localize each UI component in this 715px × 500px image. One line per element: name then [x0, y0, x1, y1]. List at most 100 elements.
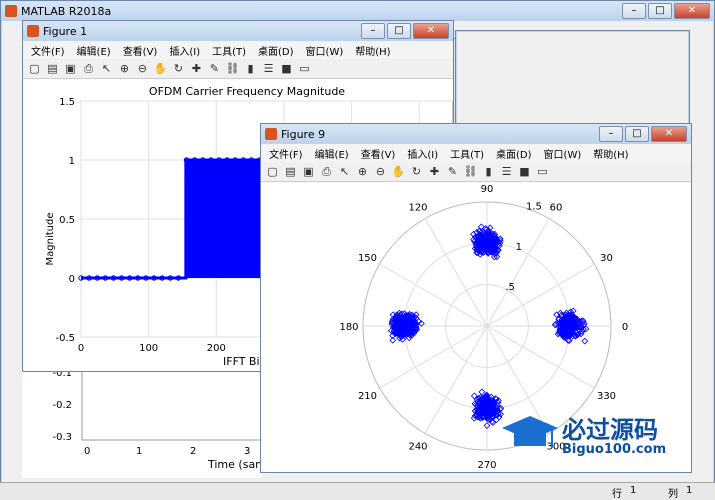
zoom-in-icon[interactable]: ⊕ [355, 164, 370, 179]
menu-window[interactable]: 窗口(W) [544, 146, 582, 161]
print-icon[interactable]: ⎙ [319, 164, 334, 179]
background-plot-svg: -0.1 -0.2 -0.3 0 1 2 3 Time (sam [52, 367, 266, 471]
open-icon[interactable]: ▤ [45, 61, 60, 76]
radial-tick-label: 1 [516, 242, 522, 253]
watermark-url: Biguo100.com [562, 442, 667, 457]
bg-xlabel: Time (sam [207, 458, 262, 471]
figure1-toolbar: ▢ ▤ ▣ ⎙ ↖ ⊕ ⊖ ✋ ↻ ✚ ✎ ⛓ ▮ ☰ ■ ▭ [23, 59, 453, 79]
close-button[interactable]: ✕ [413, 23, 449, 39]
x-axis-label: IFFT Bi [223, 355, 260, 368]
pointer-icon[interactable]: ↖ [337, 164, 352, 179]
menu-edit[interactable]: 编辑(E) [315, 146, 349, 161]
menu-window[interactable]: 窗口(W) [306, 43, 344, 58]
save-icon[interactable]: ▣ [301, 164, 316, 179]
menu-desktop[interactable]: 桌面(D) [258, 43, 294, 58]
figure1-title: Figure 1 [43, 24, 88, 38]
menu-tools[interactable]: 工具(T) [212, 43, 246, 58]
background-plot: -0.1 -0.2 -0.3 0 1 2 3 Time (sam [22, 367, 266, 478]
chart-title: OFDM Carrier Frequency Magnitude [149, 85, 345, 98]
y-axis-label: Magnitude [45, 213, 56, 266]
print-icon[interactable]: ⎙ [81, 61, 96, 76]
angle-label: 0 [622, 322, 628, 333]
angle-label: 270 [477, 460, 496, 471]
status-bar: 行 1 列 1 [0, 482, 715, 500]
angle-label: 210 [358, 391, 377, 402]
bg-xtick: 3 [244, 446, 250, 457]
x-tick-label: 100 [139, 343, 158, 354]
bg-xtick: 2 [190, 446, 196, 457]
dock-icon[interactable]: ▭ [297, 61, 312, 76]
main-title: MATLAB R2018a [21, 4, 112, 18]
angle-label: 180 [339, 322, 358, 333]
brush-icon[interactable]: ✎ [445, 164, 460, 179]
angle-label: 30 [600, 253, 613, 264]
new-figure-icon[interactable]: ▢ [265, 164, 280, 179]
y-tick-label: 0.5 [59, 215, 75, 226]
matlab-logo-icon [5, 5, 17, 17]
maximize-button[interactable]: □ [387, 23, 411, 39]
zoom-in-icon[interactable]: ⊕ [117, 61, 132, 76]
maximize-button[interactable]: □ [625, 126, 649, 142]
menu-edit[interactable]: 编辑(E) [77, 43, 111, 58]
hide-tools-icon[interactable]: ■ [279, 61, 294, 76]
pan-icon[interactable]: ✋ [391, 164, 406, 179]
angle-label: 330 [597, 391, 616, 402]
angle-label: 120 [408, 202, 427, 213]
menu-help[interactable]: 帮助(H) [355, 43, 390, 58]
radial-tick-label: .5 [505, 282, 515, 293]
link-icon[interactable]: ⛓ [225, 61, 240, 76]
angle-label: 60 [550, 202, 563, 213]
col-label: 列 [668, 489, 678, 500]
main-titlebar[interactable]: MATLAB R2018a [1, 1, 714, 21]
menu-desktop[interactable]: 桌面(D) [496, 146, 532, 161]
close-button[interactable]: ✕ [674, 3, 710, 19]
menu-insert[interactable]: 插入(I) [407, 146, 438, 161]
menu-help[interactable]: 帮助(H) [593, 146, 628, 161]
figure9-toolbar: ▢ ▤ ▣ ⎙ ↖ ⊕ ⊖ ✋ ↻ ✚ ✎ ⛓ ▮ ☰ ■ ▭ [261, 162, 691, 182]
minimize-button[interactable]: – [622, 3, 646, 19]
figure9-menubar: 文件(F) 编辑(E) 查看(V) 插入(I) 工具(T) 桌面(D) 窗口(W… [261, 144, 691, 162]
data-cursor-icon[interactable]: ✚ [189, 61, 204, 76]
x-tick-label: 0 [78, 343, 84, 354]
legend-icon[interactable]: ☰ [499, 164, 514, 179]
hide-tools-icon[interactable]: ■ [517, 164, 532, 179]
save-icon[interactable]: ▣ [63, 61, 78, 76]
y-tick-label: 1.5 [59, 97, 75, 108]
graduation-cap-icon [502, 416, 558, 448]
menu-file[interactable]: 文件(F) [31, 43, 65, 58]
bg-ytick: -0.2 [52, 400, 72, 411]
open-icon[interactable]: ▤ [283, 164, 298, 179]
bg-xtick: 0 [84, 446, 90, 457]
bg-xtick: 1 [136, 446, 142, 457]
minimize-button[interactable]: – [599, 126, 623, 142]
maximize-button[interactable]: □ [648, 3, 672, 19]
colorbar-icon[interactable]: ▮ [243, 61, 258, 76]
pointer-icon[interactable]: ↖ [99, 61, 114, 76]
close-button[interactable]: ✕ [651, 126, 687, 142]
menu-file[interactable]: 文件(F) [269, 146, 303, 161]
zoom-out-icon[interactable]: ⊖ [373, 164, 388, 179]
pan-icon[interactable]: ✋ [153, 61, 168, 76]
menu-view[interactable]: 查看(V) [123, 43, 158, 58]
y-tick-label: 0 [69, 274, 75, 285]
watermark: 必过源码 Biguo100.com [500, 408, 700, 468]
minimize-button[interactable]: – [361, 23, 385, 39]
legend-icon[interactable]: ☰ [261, 61, 276, 76]
new-figure-icon[interactable]: ▢ [27, 61, 42, 76]
angle-label: 150 [358, 253, 377, 264]
watermark-text: 必过源码 [562, 416, 658, 444]
menu-tools[interactable]: 工具(T) [450, 146, 484, 161]
data-cursor-icon[interactable]: ✚ [427, 164, 442, 179]
rotate-icon[interactable]: ↻ [171, 61, 186, 76]
dock-icon[interactable]: ▭ [535, 164, 550, 179]
link-icon[interactable]: ⛓ [463, 164, 478, 179]
brush-icon[interactable]: ✎ [207, 61, 222, 76]
col-value: 1 [686, 485, 693, 496]
bg-ytick: -0.3 [52, 432, 72, 443]
menu-insert[interactable]: 插入(I) [169, 43, 200, 58]
menu-view[interactable]: 查看(V) [361, 146, 396, 161]
rotate-icon[interactable]: ↻ [409, 164, 424, 179]
angle-label: 90 [481, 184, 494, 195]
colorbar-icon[interactable]: ▮ [481, 164, 496, 179]
zoom-out-icon[interactable]: ⊖ [135, 61, 150, 76]
